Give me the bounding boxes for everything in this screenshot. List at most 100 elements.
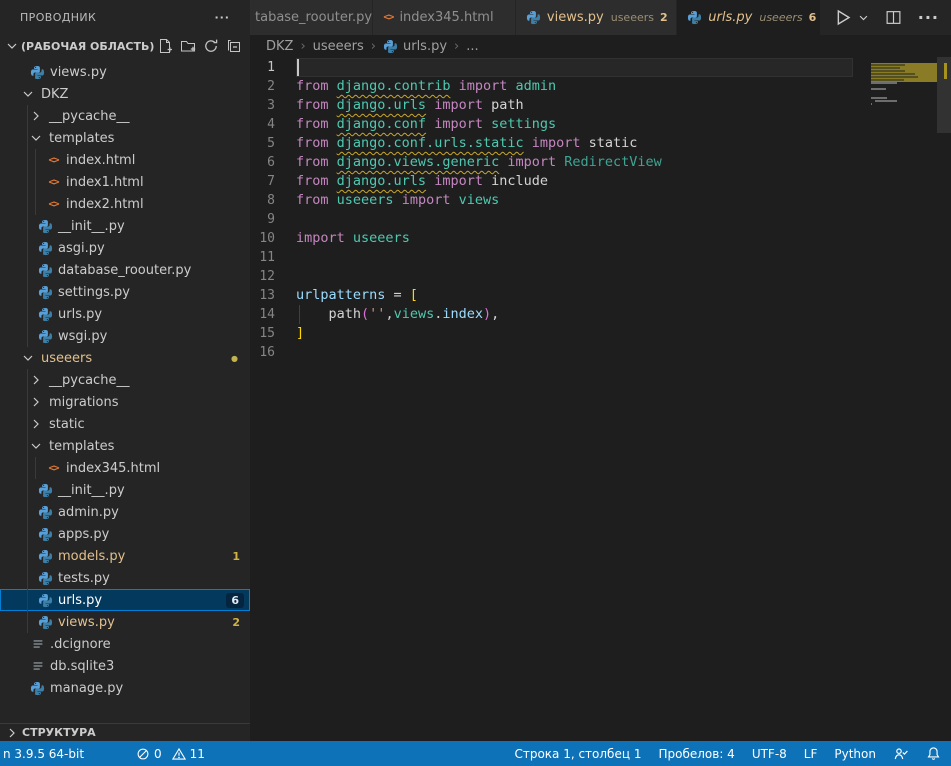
chevron-right-icon[interactable] xyxy=(4,725,20,741)
tree-item-label: apps.py xyxy=(58,527,109,542)
chevron-down-icon[interactable] xyxy=(28,130,44,146)
warning-count: 11 xyxy=(190,747,205,761)
split-editor-icon[interactable] xyxy=(885,9,902,26)
tree-item-database-roouter-py[interactable]: database_roouter.py xyxy=(0,259,250,281)
code-line-content[interactable] xyxy=(296,343,853,362)
tree-item-pycache[interactable]: __pycache__ xyxy=(0,369,250,391)
tree-item-manage-py[interactable]: manage.py xyxy=(0,677,250,699)
tab-views-py[interactable]: views.pyuseeers2 xyxy=(516,0,677,35)
chevron-down-icon[interactable] xyxy=(20,86,36,102)
breadcrumb-item-folder[interactable]: DKZ xyxy=(266,39,293,54)
code-line-1: 1 xyxy=(250,58,951,77)
tree-item-label: __pycache__ xyxy=(49,109,129,124)
language-mode-item[interactable]: Python xyxy=(834,747,876,761)
tree-item-urls-py[interactable]: urls.py6 xyxy=(0,589,250,611)
tree-item-models-py[interactable]: models.py1 xyxy=(0,545,250,567)
code-line-content[interactable]: path('',views.index), xyxy=(296,305,853,324)
code-line-content[interactable]: from django.urls import path xyxy=(296,96,853,115)
code-line-content[interactable]: urlpatterns = [ xyxy=(296,286,853,305)
tree-item-apps-py[interactable]: apps.py xyxy=(0,523,250,545)
indentation-item[interactable]: Пробелов: 4 xyxy=(658,747,734,761)
code-line-content[interactable]: from django.urls import include xyxy=(296,172,853,191)
code-token: settings xyxy=(491,116,556,132)
tree-item-index-html[interactable]: <>index.html xyxy=(0,149,250,171)
tree-item-dcignore[interactable]: .dcignore xyxy=(0,633,250,655)
tree-item-migrations[interactable]: migrations xyxy=(0,391,250,413)
feedback-icon[interactable] xyxy=(893,746,909,762)
eol-item[interactable]: LF xyxy=(804,747,818,761)
code-token: import xyxy=(434,116,483,132)
status-bar-right: Строка 1, столбец 1 Пробелов: 4 UTF-8 LF… xyxy=(514,746,941,762)
chevron-right-icon[interactable] xyxy=(28,372,44,388)
code-line-content[interactable] xyxy=(296,267,853,286)
run-dropdown-icon[interactable] xyxy=(858,12,869,23)
tree-item-admin-py[interactable]: admin.py xyxy=(0,501,250,523)
code-token: admin xyxy=(516,78,557,94)
tree-item-dkz[interactable]: DKZ xyxy=(0,83,250,105)
chevron-right-icon[interactable] xyxy=(28,394,44,410)
chevron-down-icon[interactable] xyxy=(20,350,36,366)
tree-item-index1-html[interactable]: <>index1.html xyxy=(0,171,250,193)
run-icon[interactable] xyxy=(833,8,852,27)
tree-item-label: admin.py xyxy=(58,505,119,520)
tree-item-label: tests.py xyxy=(58,571,110,586)
code-line-content[interactable]: from django.views.generic import Redirec… xyxy=(296,153,853,172)
tree-item-wsgi-py[interactable]: wsgi.py xyxy=(0,325,250,347)
tree-item-urls-py[interactable]: urls.py xyxy=(0,303,250,325)
tree-item-tests-py[interactable]: tests.py xyxy=(0,567,250,589)
code-line-content[interactable] xyxy=(296,248,853,267)
outline-section-header[interactable]: СТРУКТУРА xyxy=(0,723,250,741)
tree-item-index2-html[interactable]: <>index2.html xyxy=(0,193,250,215)
tab-index345-html[interactable]: <>index345.html xyxy=(373,0,516,35)
tree-item-settings-py[interactable]: settings.py xyxy=(0,281,250,303)
chevron-down-icon[interactable] xyxy=(4,38,20,54)
tree-item-pycache[interactable]: __pycache__ xyxy=(0,105,250,127)
tree-item-db-sqlite3[interactable]: db.sqlite3 xyxy=(0,655,250,677)
code-line-content[interactable]: ] xyxy=(296,324,853,343)
chevron-down-icon[interactable] xyxy=(28,438,44,454)
tree-item-templates[interactable]: templates xyxy=(0,127,250,149)
tree-item-static[interactable]: static xyxy=(0,413,250,435)
explorer-more-actions-icon[interactable]: ··· xyxy=(214,11,230,24)
chevron-right-icon[interactable] xyxy=(28,416,44,432)
tree-item-index345-html[interactable]: <>index345.html xyxy=(0,457,250,479)
code-line-content[interactable] xyxy=(296,210,853,229)
scrollbar[interactable] xyxy=(937,57,951,133)
tree-item-views-py[interactable]: views.py2 xyxy=(0,611,250,633)
code-line-content[interactable] xyxy=(296,58,853,77)
tree-item-views-py[interactable]: views.py xyxy=(0,61,250,83)
tree-item-init-py[interactable]: __init__.py xyxy=(0,215,250,237)
breadcrumb-item-symbol[interactable]: ... xyxy=(466,39,478,54)
python-icon xyxy=(38,505,53,520)
workspace-section-header[interactable]: (РАБОЧАЯ ОБЛАСТЬ) ... xyxy=(0,35,250,57)
code-line-content[interactable]: from django.conf.urls.static import stat… xyxy=(296,134,853,153)
more-actions-icon[interactable]: ··· xyxy=(918,8,939,27)
tree-item-useeers[interactable]: useeers● xyxy=(0,347,250,369)
breadcrumb-separator: › xyxy=(300,39,305,54)
tree-item-templates[interactable]: templates xyxy=(0,435,250,457)
refresh-icon[interactable] xyxy=(203,38,219,54)
encoding-item[interactable]: UTF-8 xyxy=(752,747,787,761)
minimap[interactable] xyxy=(871,59,937,189)
code-line-content[interactable]: from django.conf import settings xyxy=(296,115,853,134)
new-file-icon[interactable] xyxy=(157,38,173,54)
cursor-position-item[interactable]: Строка 1, столбец 1 xyxy=(514,747,641,761)
breadcrumb-item-file[interactable]: urls.py xyxy=(403,39,447,54)
bell-icon[interactable] xyxy=(926,746,941,761)
tab-label: tabase_roouter.py xyxy=(255,10,372,25)
problems-item[interactable]: 0 11 xyxy=(136,747,211,761)
collapse-all-icon[interactable] xyxy=(226,38,242,54)
overview-warning-mark xyxy=(944,63,947,79)
python-interpreter-item[interactable]: n 3.9.5 64-bit xyxy=(3,747,84,761)
new-folder-icon[interactable] xyxy=(180,38,196,54)
tree-item-asgi-py[interactable]: asgi.py xyxy=(0,237,250,259)
code-editor[interactable]: 12from django.contrib import admin3from … xyxy=(250,57,951,741)
code-line-content[interactable]: from useeers import views xyxy=(296,191,853,210)
breadcrumb-item-package[interactable]: useeers xyxy=(313,39,364,54)
tab-urls-py[interactable]: urls.pyuseeers6✕ xyxy=(677,0,820,35)
chevron-right-icon[interactable] xyxy=(28,108,44,124)
code-line-content[interactable]: import useeers xyxy=(296,229,853,248)
tree-item-init-py[interactable]: __init__.py xyxy=(0,479,250,501)
code-line-content[interactable]: from django.contrib import admin xyxy=(296,77,853,96)
tab-tabase-roouter-py[interactable]: tabase_roouter.py xyxy=(250,0,373,35)
